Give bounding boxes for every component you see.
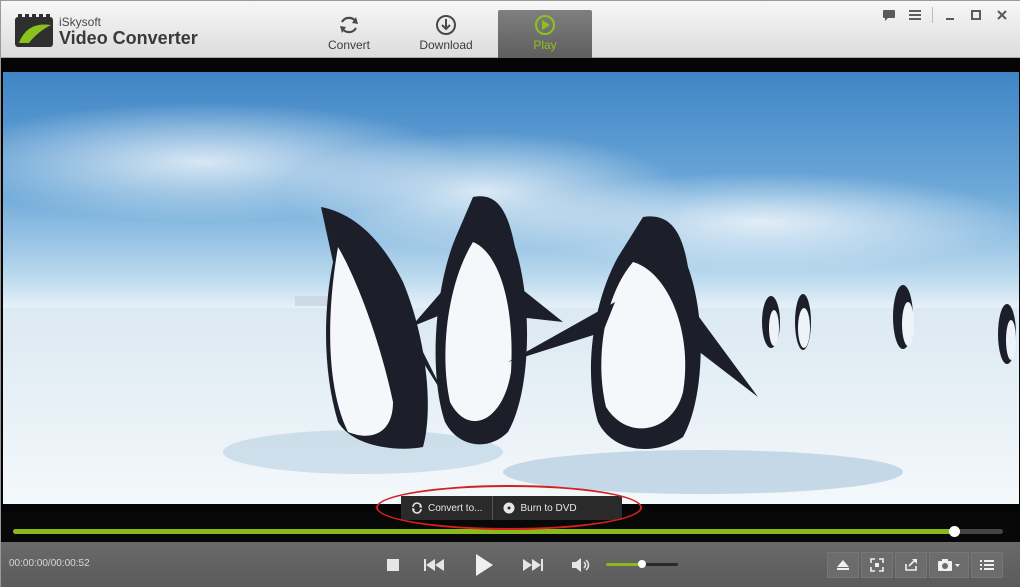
menu-icon[interactable] (902, 5, 928, 25)
progress-handle[interactable] (948, 526, 960, 537)
progress-fill (13, 529, 954, 534)
play-circle-icon (535, 15, 555, 35)
fullscreen-icon (870, 558, 884, 572)
tab-convert[interactable]: Convert (302, 10, 396, 58)
video-player[interactable] (1, 58, 1020, 512)
play-icon (476, 554, 493, 576)
playlist-icon (980, 560, 994, 570)
skip-forward-icon (523, 559, 543, 571)
download-icon (436, 15, 456, 35)
title-bar: iSkysoft Video Converter Convert Downloa… (1, 1, 1020, 58)
stop-icon (387, 559, 399, 571)
video-frame-image (3, 72, 1019, 504)
maximize-icon[interactable] (963, 5, 989, 25)
volume-button[interactable] (569, 542, 595, 587)
tab-download[interactable]: Download (399, 10, 493, 58)
play-button[interactable] (471, 542, 497, 587)
snapshot-button[interactable] (929, 552, 969, 578)
window-controls (876, 5, 1015, 25)
skip-back-icon (424, 559, 444, 571)
tab-play[interactable]: Play (498, 10, 592, 58)
next-button[interactable] (520, 542, 546, 587)
minimize-icon[interactable] (937, 5, 963, 25)
tab-download-label: Download (419, 38, 473, 52)
volume-handle[interactable] (638, 560, 646, 568)
camera-icon (938, 559, 960, 571)
volume-icon (572, 558, 590, 572)
refresh-icon (340, 16, 358, 34)
brand-name-small: iSkysoft (59, 15, 102, 29)
stop-button[interactable] (383, 542, 403, 587)
window-controls-divider (932, 7, 933, 23)
volume-fill (606, 563, 642, 566)
share-button[interactable] (895, 552, 927, 578)
feedback-icon[interactable] (876, 5, 902, 25)
highlight-annotation (376, 485, 642, 530)
eject-button[interactable] (827, 552, 859, 578)
previous-button[interactable] (421, 542, 447, 587)
app-title: Video Converter (59, 28, 198, 48)
player-tools (827, 552, 1005, 578)
control-bar: 00:00:00/00:00:52 (1, 542, 1020, 587)
app-logo-icon (15, 14, 53, 47)
volume-slider[interactable] (606, 560, 678, 568)
share-icon (905, 559, 917, 571)
fullscreen-button[interactable] (861, 552, 893, 578)
close-icon[interactable] (989, 5, 1015, 25)
eject-icon (837, 560, 849, 570)
playlist-button[interactable] (971, 552, 1003, 578)
tab-convert-label: Convert (327, 38, 371, 52)
app-window: iSkysoft Video Converter Convert Downloa… (0, 0, 1020, 587)
tab-play-label: Play (533, 38, 557, 52)
time-readout: 00:00:00/00:00:52 (9, 558, 90, 569)
video-scene-image (3, 102, 1019, 504)
